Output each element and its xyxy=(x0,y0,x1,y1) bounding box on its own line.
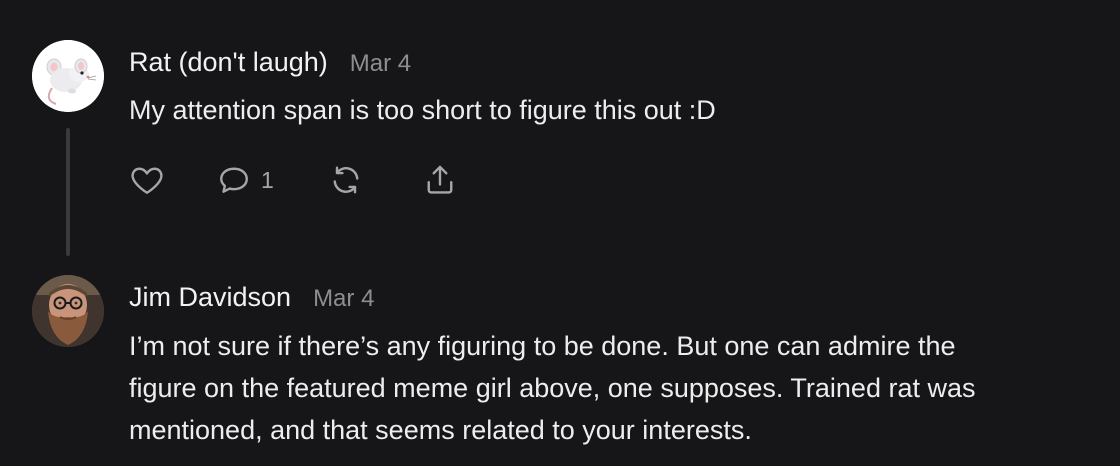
restack-button[interactable] xyxy=(328,162,364,198)
comment-bubble-icon xyxy=(220,167,248,193)
comment: Jim Davidson Mar 4 I’m not sure if there… xyxy=(32,275,1120,466)
author-name[interactable]: Rat (don't laugh) xyxy=(129,40,328,84)
comment-text: I’m not sure if there’s any figuring to … xyxy=(129,331,976,445)
bearded-man-avatar-icon xyxy=(32,275,104,347)
comment-date[interactable]: Mar 4 xyxy=(313,277,374,321)
comment-body: Rat (don't laugh) Mar 4 My attention spa… xyxy=(129,40,1110,131)
comment-actions: 1 xyxy=(129,162,458,198)
thread-line xyxy=(66,128,70,256)
share-icon xyxy=(427,165,453,194)
author-name[interactable]: Jim Davidson xyxy=(129,275,291,319)
refresh-icon xyxy=(333,166,359,194)
avatar[interactable] xyxy=(32,40,104,112)
comment-date[interactable]: Mar 4 xyxy=(350,42,411,86)
heart-icon xyxy=(131,167,163,194)
comment: Rat (don't laugh) Mar 4 My attention spa… xyxy=(32,40,1120,260)
comment-text: My attention span is too short to figure… xyxy=(129,95,716,125)
rat-avatar-icon xyxy=(32,40,104,112)
reply-button[interactable]: 1 xyxy=(216,162,274,198)
like-button[interactable] xyxy=(129,162,165,198)
avatar[interactable] xyxy=(32,275,104,347)
reply-count: 1 xyxy=(261,166,274,193)
comment-body: Jim Davidson Mar 4 I’m not sure if there… xyxy=(129,275,1110,451)
comment-meta: Jim Davidson Mar 4 xyxy=(129,275,1110,319)
comment-meta: Rat (don't laugh) Mar 4 xyxy=(129,40,1110,84)
share-button[interactable] xyxy=(422,162,458,198)
